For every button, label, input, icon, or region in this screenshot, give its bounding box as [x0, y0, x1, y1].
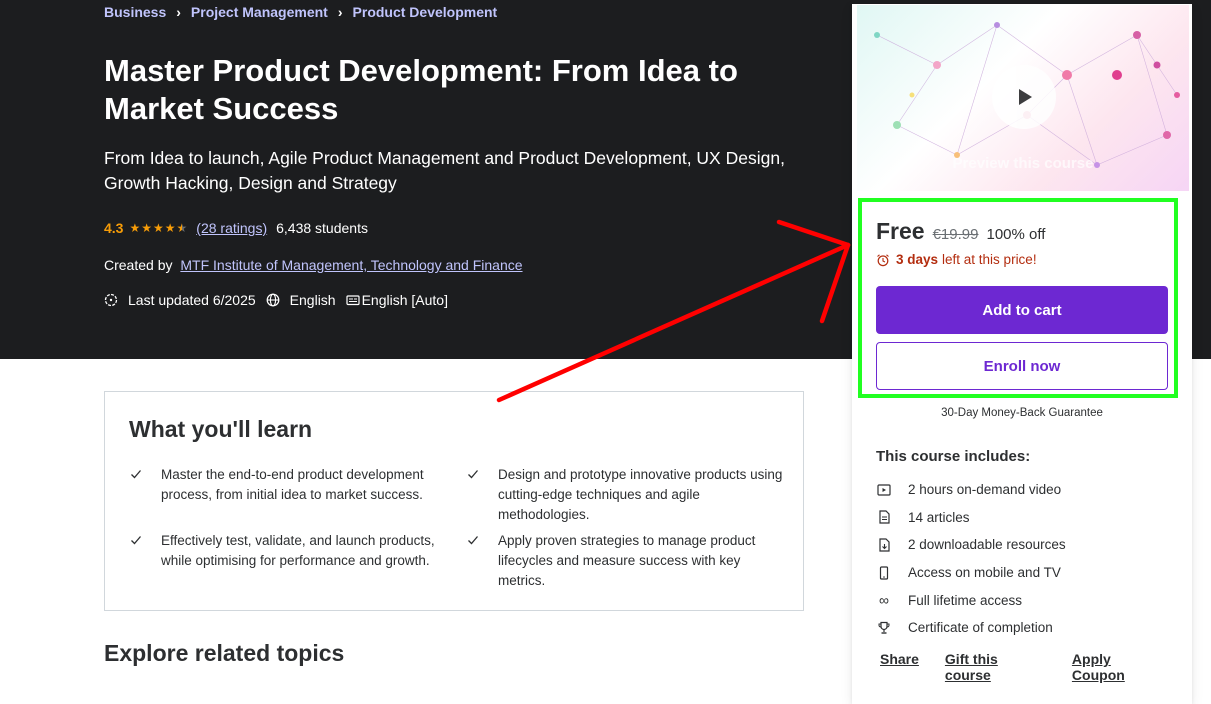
- globe-icon: [266, 293, 280, 307]
- chevron-right-icon: ›: [176, 4, 181, 20]
- rating-row: 4.3 ★ ★ ★ ★ ★ (28 ratings) 6,438 student…: [104, 220, 368, 236]
- alert-badge-icon: [104, 293, 118, 307]
- include-text: 2 downloadable resources: [908, 537, 1066, 553]
- star-rating: ★ ★ ★ ★ ★: [129, 221, 188, 235]
- course-subtitle: From Idea to launch, Agile Product Manag…: [104, 148, 785, 193]
- captions: English [Auto]: [345, 292, 448, 308]
- captions-text: English [Auto]: [361, 292, 448, 308]
- learn-item: Design and prototype innovative products…: [466, 465, 788, 525]
- star-icon: ★: [164, 221, 176, 235]
- learn-item-text: Apply proven strategies to manage produc…: [498, 533, 756, 588]
- highlight-box: [858, 198, 1178, 398]
- star-icon: ★: [153, 221, 164, 235]
- author-link[interactable]: MTF Institute of Management, Technology …: [180, 257, 522, 273]
- language: English: [266, 292, 336, 308]
- article-icon: [876, 509, 892, 525]
- chevron-right-icon: ›: [337, 4, 343, 20]
- sidebar-links: Share Gift this course Apply Coupon: [880, 651, 1192, 683]
- share-link[interactable]: Share: [880, 651, 919, 683]
- preview-label: Preview this course: [952, 155, 1094, 172]
- half-star-icon: ★: [176, 221, 188, 235]
- includes-list: 2 hours on-demand video 14 articles 2 do…: [876, 476, 1066, 642]
- learn-item: Master the end-to-end product developmen…: [129, 465, 451, 505]
- include-text: Certificate of completion: [908, 620, 1053, 636]
- related-topics-title: Explore related topics: [104, 640, 345, 666]
- list-item: Certificate of completion: [876, 614, 1066, 642]
- star-icon: ★: [141, 221, 152, 235]
- include-text: 14 articles: [908, 509, 970, 525]
- infinity-icon: ∞: [879, 592, 889, 609]
- created-by: Created by MTF Institute of Management, …: [104, 257, 523, 273]
- play-button[interactable]: [992, 65, 1056, 129]
- include-text: 2 hours on-demand video: [908, 482, 1062, 498]
- video-icon: [876, 482, 892, 498]
- gift-course-link[interactable]: Gift this course: [945, 651, 1046, 683]
- money-back-guarantee: 30-Day Money-Back Guarantee: [941, 407, 1103, 419]
- list-item: 2 downloadable resources: [876, 531, 1066, 559]
- course-preview[interactable]: Preview this course: [856, 4, 1190, 192]
- include-text: Access on mobile and TV: [908, 565, 1061, 581]
- closed-captions-icon: [345, 295, 360, 306]
- breadcrumb: Business › Project Management › Product …: [104, 4, 497, 20]
- check-icon: [466, 533, 480, 553]
- breadcrumb-item-product-development[interactable]: Product Development: [353, 4, 498, 20]
- includes-title: This course includes:: [876, 448, 1031, 465]
- apply-coupon-link[interactable]: Apply Coupon: [1072, 651, 1166, 683]
- students-count: 6,438 students: [276, 220, 368, 236]
- play-icon: [1019, 89, 1032, 105]
- list-item: 2 hours on-demand video: [876, 476, 1066, 504]
- breadcrumb-item-business[interactable]: Business: [104, 4, 166, 20]
- breadcrumb-item-project-management[interactable]: Project Management: [191, 4, 328, 20]
- course-meta: Last updated 6/2025 English English [Aut…: [104, 292, 458, 308]
- trophy-icon: [876, 620, 892, 636]
- star-icon: ★: [129, 221, 141, 235]
- learn-item-text: Design and prototype innovative products…: [498, 467, 783, 522]
- learn-item-text: Master the end-to-end product developmen…: [161, 467, 424, 502]
- check-icon: [129, 467, 143, 487]
- language-text: English: [289, 292, 336, 308]
- learn-item: Apply proven strategies to manage produc…: [466, 531, 788, 591]
- learn-title: What you'll learn: [129, 416, 313, 442]
- include-text: Full lifetime access: [908, 592, 1023, 608]
- course-title: Master Product Development: From Idea to…: [104, 53, 738, 126]
- check-icon: [466, 467, 480, 487]
- check-icon: [129, 533, 143, 553]
- rating-value: 4.3: [104, 220, 124, 236]
- last-updated-text: Last updated 6/2025: [128, 292, 256, 308]
- ratings-count-link[interactable]: (28 ratings): [196, 220, 267, 236]
- created-by-label: Created by: [104, 257, 173, 273]
- download-icon: [876, 537, 892, 553]
- list-item: 14 articles: [876, 504, 1066, 532]
- learn-item: Effectively test, validate, and launch p…: [129, 531, 451, 571]
- what-youll-learn: What you'll learn Master the end-to-end …: [104, 391, 804, 611]
- mobile-icon: [876, 565, 892, 581]
- last-updated: Last updated 6/2025: [104, 292, 256, 308]
- list-item: Access on mobile and TV: [876, 559, 1066, 587]
- list-item: ∞ Full lifetime access: [876, 586, 1066, 614]
- learn-item-text: Effectively test, validate, and launch p…: [161, 533, 435, 568]
